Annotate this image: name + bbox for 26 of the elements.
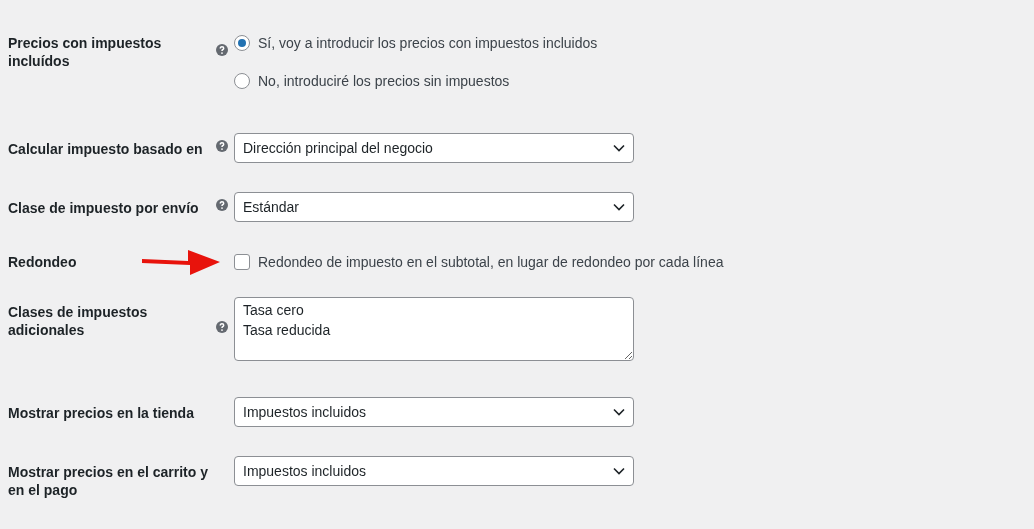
setting-label: Mostrar precios en el carrito y en el pago — [8, 463, 208, 499]
option-label[interactable]: Sí, voy a introducir los precios con impuestos incluidos — [258, 35, 598, 51]
radio-button[interactable] — [234, 73, 250, 89]
checkbox-label[interactable]: Redondeo de impuesto en el subtotal, en lugar de redondeo por cada línea — [258, 254, 724, 270]
setting-label: Clases de impuestos adicionales — [8, 303, 149, 339]
setting-label: Clase de impuesto por envío — [8, 199, 199, 217]
radio-button[interactable] — [234, 35, 250, 51]
help-icon[interactable] — [216, 321, 228, 333]
chevron-icon — [613, 144, 625, 152]
dropdown[interactable]: Estándar — [234, 192, 634, 222]
help-icon[interactable] — [216, 199, 228, 211]
checkbox[interactable] — [234, 254, 250, 270]
dropdown[interactable]: Impuestos incluidos — [234, 456, 634, 486]
chevron-icon — [613, 467, 625, 475]
text-area[interactable]: Tasa cero Tasa reducida — [234, 297, 634, 361]
dropdown[interactable]: Impuestos incluidos — [234, 397, 634, 427]
setting-label: Mostrar precios en la tienda — [8, 404, 194, 422]
chevron-icon — [613, 203, 625, 211]
chevron-icon — [613, 408, 625, 416]
setting-label: Precios con impuestos incluídos — [8, 34, 163, 70]
setting-label: Redondeo — [8, 253, 77, 271]
setting-label: Calcular impuesto basado en — [8, 140, 203, 158]
help-icon[interactable] — [216, 44, 228, 56]
dropdown[interactable]: Dirección principal del negocio — [234, 133, 634, 163]
option-label[interactable]: No, introduciré los precios sin impuestos — [258, 73, 510, 89]
help-icon[interactable] — [216, 140, 228, 152]
